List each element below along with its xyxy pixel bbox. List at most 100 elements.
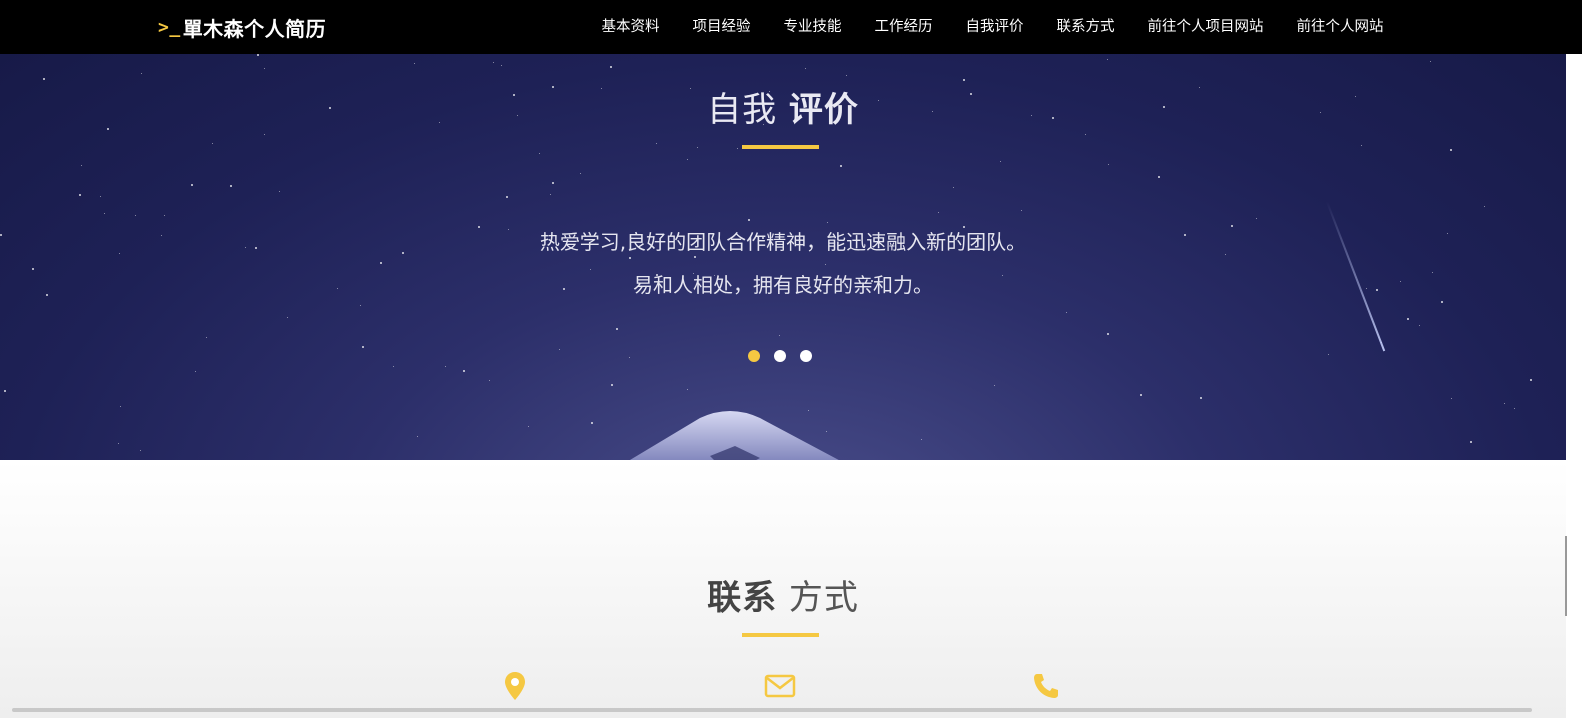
star	[580, 173, 581, 174]
star	[164, 215, 165, 216]
star	[100, 196, 101, 197]
star	[825, 264, 826, 265]
nav-item-self-evaluation[interactable]: 自我评价	[949, 0, 1040, 54]
star	[805, 68, 806, 69]
evaluation-line-1: 热爱学习,良好的团队合作精神，能迅速融入新的团队。	[539, 230, 1027, 254]
horizontal-scrollbar[interactable]	[12, 708, 1532, 712]
star	[191, 184, 193, 186]
star	[230, 185, 232, 187]
star	[748, 219, 750, 221]
star	[629, 357, 630, 358]
star	[1407, 318, 1409, 320]
nav-item-work-history[interactable]: 工作经历	[858, 0, 949, 54]
star	[264, 134, 265, 135]
scrollbar-thumb[interactable]	[1565, 536, 1567, 616]
star	[4, 390, 6, 392]
star	[1107, 333, 1109, 335]
star	[287, 317, 288, 318]
brand-name: 單木森个人简历	[182, 16, 327, 41]
star	[489, 380, 490, 381]
star	[552, 182, 554, 184]
title-bold-part: 联系	[707, 578, 778, 618]
carousel-dot-3[interactable]	[800, 350, 812, 362]
star	[195, 371, 196, 372]
star	[206, 337, 207, 338]
star	[629, 257, 631, 259]
star	[1430, 61, 1431, 62]
star	[43, 78, 45, 80]
star	[559, 349, 560, 350]
star	[694, 256, 696, 258]
star	[414, 63, 415, 64]
star	[445, 366, 446, 367]
star	[827, 222, 828, 223]
self-evaluation-title: 自我 评价	[0, 82, 1566, 131]
nav-item-projects[interactable]: 项目经验	[676, 0, 767, 54]
star	[1328, 354, 1329, 355]
star	[1451, 398, 1452, 399]
star	[1504, 403, 1505, 404]
star	[493, 62, 494, 63]
star	[506, 196, 508, 198]
title-underline	[742, 145, 819, 149]
star	[362, 346, 364, 348]
star	[697, 147, 698, 148]
star	[1419, 325, 1420, 326]
star	[1514, 408, 1515, 409]
location-pin-icon	[505, 672, 525, 700]
star	[1530, 379, 1532, 381]
star	[1000, 161, 1001, 162]
star	[1107, 59, 1108, 60]
self-evaluation-section: 自我 评价 热爱学习,良好的团队合作精神，能迅速融入新的团队。 易和人相处，拥有…	[0, 54, 1566, 460]
nav-item-project-site[interactable]: 前往个人项目网站	[1131, 0, 1280, 54]
star	[380, 262, 382, 264]
star	[616, 328, 618, 330]
carousel-dot-1[interactable]	[748, 350, 760, 362]
title-underline	[742, 633, 819, 637]
star	[393, 366, 394, 367]
brand-logo[interactable]: >_ 單木森个人简历	[158, 12, 326, 42]
star	[257, 54, 259, 56]
star	[1441, 301, 1443, 303]
star	[141, 73, 142, 74]
star	[921, 439, 922, 440]
nav-item-personal-site[interactable]: 前往个人网站	[1280, 0, 1400, 54]
star	[539, 153, 540, 154]
title-bold-part: 评价	[788, 90, 859, 130]
nav-item-basic-info[interactable]: 基本资料	[585, 0, 676, 54]
mountain-peak-image	[630, 411, 839, 460]
star	[779, 335, 780, 336]
star	[846, 75, 847, 76]
star	[79, 194, 81, 196]
star	[656, 143, 657, 144]
star	[135, 215, 136, 216]
star	[1450, 149, 1452, 151]
star	[1256, 218, 1257, 219]
terminal-prompt-icon: >_	[158, 16, 181, 38]
star	[840, 165, 842, 167]
star	[501, 65, 502, 66]
star	[120, 406, 121, 407]
nav-item-contact[interactable]: 联系方式	[1040, 0, 1131, 54]
star	[1470, 441, 1472, 443]
top-navbar: >_ 單木森个人简历 基本资料 项目经验 专业技能 工作经历 自我评价 联系方式…	[0, 0, 1582, 54]
star	[417, 436, 418, 437]
carousel-dot-2[interactable]	[774, 350, 786, 362]
star	[360, 305, 361, 306]
title-light-part: 自我	[707, 90, 778, 130]
nav-item-skills[interactable]: 专业技能	[767, 0, 858, 54]
star	[1200, 397, 1202, 399]
star	[118, 443, 119, 444]
star	[1085, 134, 1086, 135]
star	[140, 450, 141, 451]
contact-title: 联系 方式	[0, 570, 1566, 619]
star	[1158, 176, 1160, 178]
star	[963, 79, 965, 81]
star	[1021, 210, 1022, 211]
evaluation-line-2: 易和人相处，拥有良好的亲和力。	[633, 273, 933, 297]
star	[81, 165, 82, 166]
vertical-scrollbar[interactable]	[1566, 0, 1582, 718]
star	[687, 389, 688, 390]
star	[212, 143, 213, 144]
star	[550, 194, 551, 195]
